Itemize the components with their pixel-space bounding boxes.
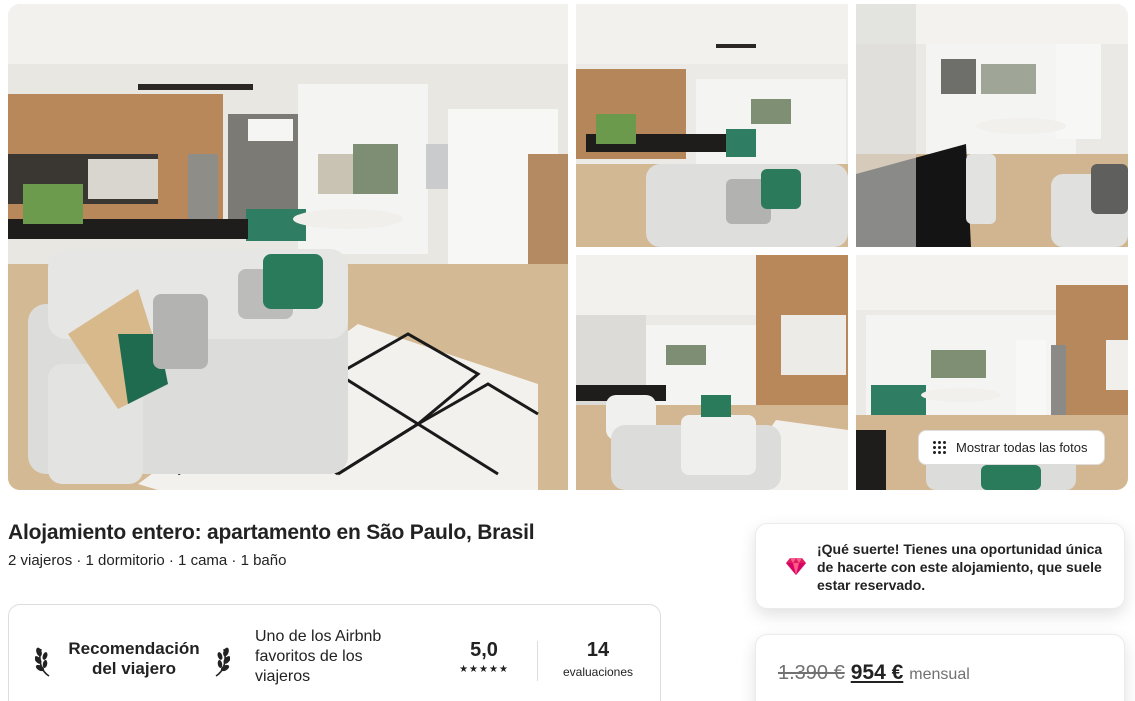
gem-icon — [786, 558, 806, 575]
badge-line-2: del viajero — [91, 659, 177, 678]
photo-gallery — [8, 4, 1128, 490]
badge-line-1: Recomendación — [68, 639, 200, 658]
discounted-price[interactable]: 954 € — [851, 661, 904, 685]
photo-dining-mirror[interactable] — [856, 4, 1128, 247]
photo-dining-area[interactable] — [576, 4, 848, 247]
original-price: 1.390 € — [778, 662, 845, 684]
rating-block: 5,0 ★★★★★ — [449, 639, 519, 675]
laurel-left-icon — [35, 647, 50, 677]
grid-dots-icon — [933, 441, 946, 454]
reviews-count: 14 — [586, 639, 610, 661]
photo-living-kitchen[interactable] — [576, 255, 848, 490]
show-all-photos-label: Mostrar todas las fotos — [956, 440, 1088, 455]
price-card: 1.390 € 954 € mensual — [755, 634, 1125, 701]
divider — [537, 641, 538, 681]
price-period: mensual — [909, 666, 970, 683]
photo-living-room[interactable] — [8, 4, 568, 490]
show-all-photos-button[interactable]: Mostrar todas las fotos — [918, 430, 1105, 465]
rare-find-card: ¡Qué suerte! Tienes una oportunidad únic… — [755, 523, 1125, 609]
listing-details: 2 viajeros · 1 dormitorio · 1 cama · 1 b… — [8, 552, 287, 569]
reviews-link[interactable]: 14 evaluaciones — [555, 639, 641, 679]
laurel-right-icon — [215, 647, 230, 677]
star-rating-icon: ★★★★★ — [459, 664, 509, 675]
rare-find-text: ¡Qué suerte! Tienes una oportunidad únic… — [817, 541, 1103, 593]
guest-favorite-badge: Recomendación del viajero — [59, 639, 209, 679]
reviews-label: evaluaciones — [562, 665, 634, 679]
price-row: 1.390 € 954 € mensual — [778, 661, 970, 685]
listing-title: Alojamiento entero: apartamento en São P… — [8, 521, 535, 544]
guest-favorite-description: Uno de los Airbnb favoritos de los viaje… — [255, 628, 382, 685]
guest-favorite-card[interactable]: Recomendación del viajero Uno de los Air… — [8, 604, 661, 701]
rating-value: 5,0 — [470, 639, 498, 661]
